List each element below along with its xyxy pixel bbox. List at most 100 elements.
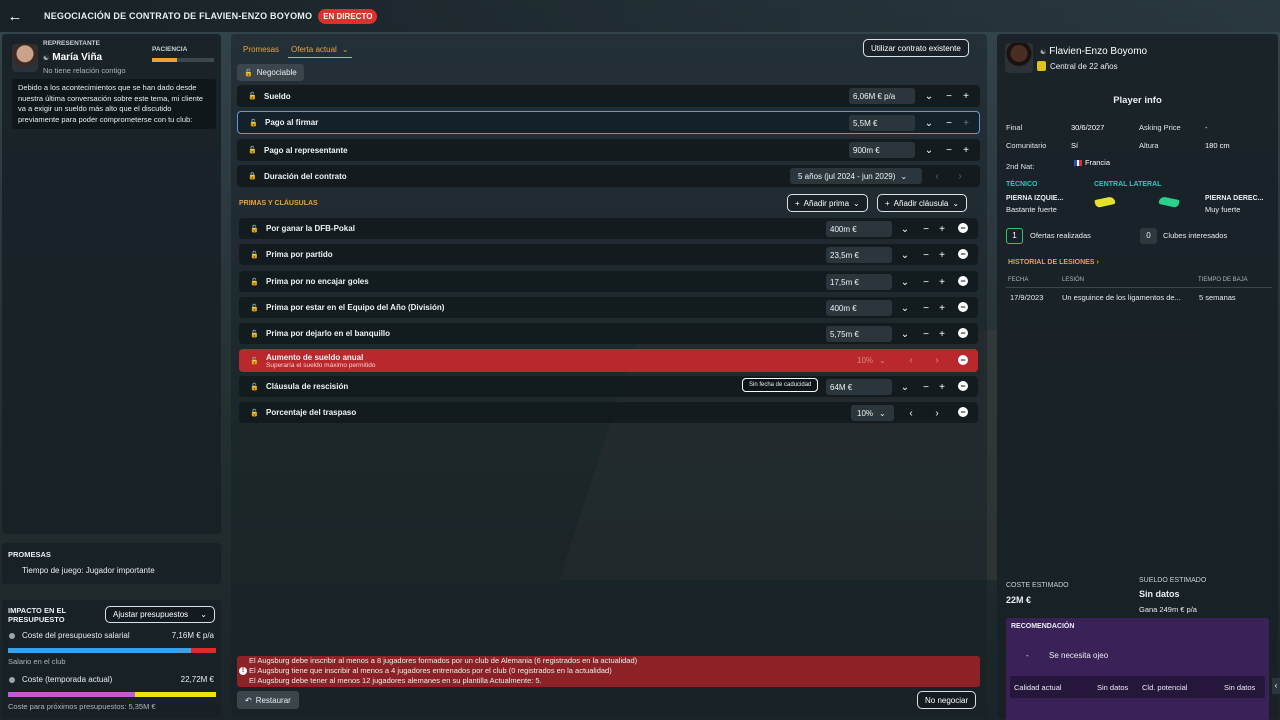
remove-icon[interactable]: −	[958, 355, 968, 365]
decrease-button[interactable]: −	[919, 247, 933, 263]
previous-arrow-icon[interactable]: ‹	[930, 168, 944, 184]
remove-icon[interactable]: −	[958, 223, 968, 233]
increase-button[interactable]: +	[935, 326, 949, 342]
chevron-down-icon[interactable]: ⌄	[922, 142, 936, 158]
remove-icon[interactable]: −	[958, 276, 968, 286]
percent-select[interactable]: 10% ⌄	[851, 352, 894, 368]
restore-label: Restaurar	[255, 695, 291, 705]
decrease-button[interactable]: −	[942, 142, 956, 158]
bonus-row[interactable]: 🔓 Aumento de sueldo anual Superaría el sue…	[239, 349, 978, 372]
percent-select[interactable]: 10% ⌄	[851, 405, 894, 421]
previous-arrow-icon[interactable]: ‹	[904, 352, 918, 368]
signing-fee-value[interactable]: 5,5M €	[849, 115, 915, 131]
duration-value: 5 años (jul 2024 - jun 2029)	[798, 171, 896, 181]
agent-avatar	[12, 44, 38, 72]
duration-select[interactable]: 5 años (jul 2024 - jun 2029) ⌄	[790, 168, 922, 184]
bonus-value[interactable]: 400m €	[826, 300, 892, 316]
tab-promises[interactable]: Promesas	[243, 45, 279, 54]
chevron-down-icon[interactable]: ⌄	[898, 274, 912, 290]
injury-name: Un esguince de los ligamentos de...	[1062, 293, 1181, 302]
decrease-button[interactable]: −	[919, 326, 933, 342]
chevron-down-icon[interactable]: ⌄	[898, 300, 912, 316]
bonus-value[interactable]: 23,5m €	[826, 247, 892, 263]
remove-icon[interactable]: −	[958, 381, 968, 391]
remove-icon[interactable]: −	[958, 249, 968, 259]
chevron-down-icon[interactable]: ⌄	[898, 326, 912, 342]
no-negotiate-label: No negociar	[925, 695, 969, 705]
decrease-button[interactable]: −	[942, 88, 956, 104]
negotiable-badge[interactable]: 🔓 Negociable	[237, 64, 304, 81]
percent-value: 10%	[857, 355, 874, 365]
tab-current-offer[interactable]: Oferta actual ⌄	[288, 43, 352, 58]
lock-icon: 🔓	[250, 278, 259, 286]
decrease-button[interactable]: −	[919, 274, 933, 290]
add-clause-button[interactable]: + Añadir cláusula ⌄	[877, 194, 968, 212]
cost-bar	[8, 692, 216, 697]
decrease-button[interactable]: −	[919, 379, 933, 395]
contract-row-agent-fee[interactable]: 🔓 Pago al representante 900m € ⌄ − +	[237, 139, 980, 161]
restore-button[interactable]: ↶ Restaurar	[237, 691, 299, 709]
use-existing-contract-button[interactable]: Utilizar contrato existente	[863, 39, 969, 57]
chevron-down-icon[interactable]: ⌄	[898, 221, 912, 237]
increase-button[interactable]: +	[935, 274, 949, 290]
increase-button[interactable]: +	[935, 379, 949, 395]
back-arrow-icon[interactable]: ←	[0, 0, 30, 32]
increase-button[interactable]: +	[959, 142, 973, 158]
previous-arrow-icon[interactable]: ‹	[904, 405, 918, 421]
bonus-label: Cláusula de rescisión	[266, 382, 348, 391]
asking-value: -	[1205, 123, 1208, 132]
no-negotiate-button[interactable]: No negociar	[917, 691, 977, 709]
final-value: 30/6/2027	[1071, 123, 1105, 132]
chevron-down-icon[interactable]: ⌄	[898, 379, 912, 395]
left-boot-icon	[1094, 196, 1116, 208]
increase-button[interactable]: +	[959, 88, 973, 104]
agent-name[interactable]: María Viña	[52, 52, 102, 63]
chevron-down-icon[interactable]: ⌄	[922, 88, 936, 104]
decrease-button[interactable]: −	[919, 300, 933, 316]
no-expiry-chip[interactable]: Sin fecha de caducidad	[742, 378, 819, 392]
agent-fee-value[interactable]: 900m €	[849, 142, 915, 158]
decrease-button[interactable]: −	[942, 115, 956, 131]
bonus-row[interactable]: 🔓 Prima por dejarlo en el banquillo 5,75m …	[239, 323, 978, 344]
injury-history-link[interactable]: HISTORIAL DE LESIONES ›	[1008, 259, 1099, 266]
add-bonus-button[interactable]: + Añadir prima ⌄	[787, 194, 868, 212]
bonus-value[interactable]: 400m €	[826, 221, 892, 237]
cost-sub: Coste para próximos presupuestos: 5,35M …	[8, 702, 156, 711]
bonus-row[interactable]: 🔓 Cláusula de rescisión Sin fecha de caduc…	[239, 376, 978, 397]
next-arrow-icon[interactable]: ›	[953, 168, 967, 184]
next-arrow-icon[interactable]: ›	[930, 405, 944, 421]
wage-value[interactable]: 6,06M € p/a	[849, 88, 915, 104]
decrease-button[interactable]: −	[919, 221, 933, 237]
player-name[interactable]: Flavien-Enzo Boyomo	[1049, 46, 1147, 57]
contract-row-wage[interactable]: 🔓 Sueldo 6,06M € p/a ⌄ − +	[237, 85, 980, 107]
bonus-label: Prima por no encajar goles	[266, 277, 369, 286]
height-value: 180 cm	[1205, 141, 1230, 150]
contract-row-duration[interactable]: 🔒 Duración del contrato 5 años (jul 2024…	[237, 165, 980, 187]
chevron-down-icon[interactable]: ⌄	[898, 247, 912, 263]
next-arrow-icon[interactable]: ›	[930, 352, 944, 368]
bonus-label: Porcentaje del traspaso	[266, 408, 356, 417]
chevron-down-icon[interactable]: ⌄	[922, 115, 936, 131]
remove-icon[interactable]: −	[958, 328, 968, 338]
remove-icon[interactable]: −	[958, 407, 968, 417]
increase-button[interactable]: +	[959, 115, 973, 131]
remove-icon[interactable]: −	[958, 302, 968, 312]
warning-line: El Augsburg debe tener al menos 12 jugad…	[249, 676, 542, 685]
eu-value: Sí	[1071, 141, 1079, 150]
bonus-row[interactable]: 🔓 Porcentaje del traspaso 10% ⌄ ‹ › −	[239, 402, 978, 423]
bonus-value[interactable]: 17,5m €	[826, 274, 892, 290]
contract-row-signing-fee[interactable]: 🔓 Pago al firmar 5,5M € ⌄ − +	[237, 111, 980, 134]
chevron-down-icon: ⌄	[879, 408, 886, 418]
increase-button[interactable]: +	[935, 247, 949, 263]
bonus-value[interactable]: 5,75m €	[826, 326, 892, 342]
increase-button[interactable]: +	[935, 221, 949, 237]
bonus-row[interactable]: 🔓 Por ganar la DFB-Pokal 400m € ⌄ − + −	[239, 218, 978, 239]
bonus-row[interactable]: 🔓 Prima por no encajar goles 17,5m € ⌄ − + −	[239, 271, 978, 292]
bonus-row[interactable]: 🔓 Prima por partido 23,5m € ⌄ − + −	[239, 244, 978, 265]
injury-history-title: HISTORIAL DE LESIONES	[1008, 259, 1095, 266]
collapse-arrow-icon[interactable]: ‹	[1272, 678, 1280, 694]
increase-button[interactable]: +	[935, 300, 949, 316]
adjust-budgets-button[interactable]: Ajustar presupuestos ⌄	[105, 606, 215, 623]
bonus-row[interactable]: 🔓 Prima por estar en el Equipo del Año (D…	[239, 297, 978, 318]
bonus-value[interactable]: 64M €	[826, 379, 892, 395]
